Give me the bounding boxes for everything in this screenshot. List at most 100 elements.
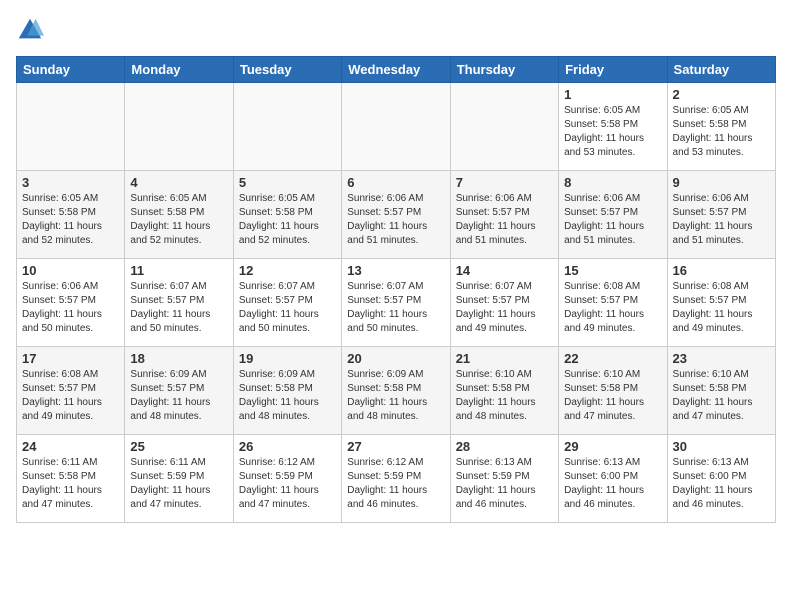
day-number: 20 [347,351,444,366]
day-number: 12 [239,263,336,278]
calendar-cell: 26 Sunrise: 6:12 AM Sunset: 5:59 PM Dayli… [233,435,341,523]
day-info: Sunrise: 6:12 AM Sunset: 5:59 PM Dayligh… [239,456,336,512]
day-number: 9 [673,175,770,190]
weekday-header-thursday: Thursday [450,57,558,83]
day-info: Sunrise: 6:06 AM Sunset: 5:57 PM Dayligh… [22,280,119,336]
calendar-cell: 30 Sunrise: 6:13 AM Sunset: 6:00 PM Dayli… [667,435,775,523]
day-info: Sunrise: 6:05 AM Sunset: 5:58 PM Dayligh… [239,192,336,248]
calendar-cell: 9 Sunrise: 6:06 AM Sunset: 5:57 PM Daylig… [667,171,775,259]
page-header [16,16,776,44]
day-info: Sunrise: 6:08 AM Sunset: 5:57 PM Dayligh… [22,368,119,424]
day-number: 5 [239,175,336,190]
day-number: 11 [130,263,227,278]
calendar-cell: 23Sunrise: 6:10 AM Sunset: 5:58 PM Dayli… [667,347,775,435]
day-info: Sunrise: 6:10 AM Sunset: 5:58 PM Dayligh… [456,368,553,424]
calendar-cell: 1 Sunrise: 6:05 AM Sunset: 5:58 PM Daylig… [559,83,667,171]
day-info: Sunrise: 6:05 AM Sunset: 5:58 PM Dayligh… [130,192,227,248]
calendar-cell [450,83,558,171]
day-number: 28 [456,439,553,454]
calendar-cell [125,83,233,171]
day-number: 22 [564,351,661,366]
calendar-cell: 12 Sunrise: 6:07 AM Sunset: 5:57 PM Dayli… [233,259,341,347]
day-number: 13 [347,263,444,278]
weekday-header-sunday: Sunday [17,57,125,83]
day-number: 4 [130,175,227,190]
calendar-cell: 14Sunrise: 6:07 AM Sunset: 5:57 PM Dayli… [450,259,558,347]
day-number: 26 [239,439,336,454]
day-info: Sunrise: 6:13 AM Sunset: 5:59 PM Dayligh… [456,456,553,512]
day-number: 2 [673,87,770,102]
calendar-cell [233,83,341,171]
calendar-week-row: 1 Sunrise: 6:05 AM Sunset: 5:58 PM Daylig… [17,83,776,171]
day-number: 7 [456,175,553,190]
calendar-week-row: 10 Sunrise: 6:06 AM Sunset: 5:57 PM Dayli… [17,259,776,347]
day-info: Sunrise: 6:07 AM Sunset: 5:57 PM Dayligh… [456,280,553,336]
calendar-week-row: 17Sunrise: 6:08 AM Sunset: 5:57 PM Dayli… [17,347,776,435]
day-info: Sunrise: 6:09 AM Sunset: 5:58 PM Dayligh… [239,368,336,424]
weekday-header-tuesday: Tuesday [233,57,341,83]
day-info: Sunrise: 6:11 AM Sunset: 5:59 PM Dayligh… [130,456,227,512]
day-number: 27 [347,439,444,454]
day-info: Sunrise: 6:05 AM Sunset: 5:58 PM Dayligh… [22,192,119,248]
day-info: Sunrise: 6:06 AM Sunset: 5:57 PM Dayligh… [673,192,770,248]
calendar-cell: 21 Sunrise: 6:10 AM Sunset: 5:58 PM Dayli… [450,347,558,435]
calendar-cell: 4 Sunrise: 6:05 AM Sunset: 5:58 PM Daylig… [125,171,233,259]
calendar-table: SundayMondayTuesdayWednesdayThursdayFrid… [16,56,776,523]
day-number: 19 [239,351,336,366]
day-number: 10 [22,263,119,278]
weekday-header-saturday: Saturday [667,57,775,83]
day-number: 29 [564,439,661,454]
calendar-cell: 27 Sunrise: 6:12 AM Sunset: 5:59 PM Dayli… [342,435,450,523]
calendar-cell: 11Sunrise: 6:07 AM Sunset: 5:57 PM Dayli… [125,259,233,347]
calendar-cell: 29 Sunrise: 6:13 AM Sunset: 6:00 PM Dayli… [559,435,667,523]
day-number: 15 [564,263,661,278]
day-number: 18 [130,351,227,366]
day-number: 30 [673,439,770,454]
calendar-cell: 24 Sunrise: 6:11 AM Sunset: 5:58 PM Dayli… [17,435,125,523]
day-info: Sunrise: 6:12 AM Sunset: 5:59 PM Dayligh… [347,456,444,512]
day-info: Sunrise: 6:06 AM Sunset: 5:57 PM Dayligh… [347,192,444,248]
day-info: Sunrise: 6:06 AM Sunset: 5:57 PM Dayligh… [456,192,553,248]
weekday-header-wednesday: Wednesday [342,57,450,83]
day-info: Sunrise: 6:08 AM Sunset: 5:57 PM Dayligh… [673,280,770,336]
day-info: Sunrise: 6:07 AM Sunset: 5:57 PM Dayligh… [347,280,444,336]
day-number: 3 [22,175,119,190]
day-info: Sunrise: 6:13 AM Sunset: 6:00 PM Dayligh… [673,456,770,512]
day-number: 24 [22,439,119,454]
day-number: 6 [347,175,444,190]
day-info: Sunrise: 6:06 AM Sunset: 5:57 PM Dayligh… [564,192,661,248]
day-info: Sunrise: 6:05 AM Sunset: 5:58 PM Dayligh… [673,104,770,160]
day-info: Sunrise: 6:08 AM Sunset: 5:57 PM Dayligh… [564,280,661,336]
day-info: Sunrise: 6:10 AM Sunset: 5:58 PM Dayligh… [673,368,770,424]
calendar-cell: 22Sunrise: 6:10 AM Sunset: 5:58 PM Dayli… [559,347,667,435]
day-info: Sunrise: 6:09 AM Sunset: 5:58 PM Dayligh… [347,368,444,424]
day-info: Sunrise: 6:11 AM Sunset: 5:58 PM Dayligh… [22,456,119,512]
calendar-week-row: 24 Sunrise: 6:11 AM Sunset: 5:58 PM Dayli… [17,435,776,523]
calendar-cell: 7 Sunrise: 6:06 AM Sunset: 5:57 PM Daylig… [450,171,558,259]
day-info: Sunrise: 6:09 AM Sunset: 5:57 PM Dayligh… [130,368,227,424]
calendar-cell [342,83,450,171]
calendar-cell [17,83,125,171]
day-number: 1 [564,87,661,102]
day-info: Sunrise: 6:13 AM Sunset: 6:00 PM Dayligh… [564,456,661,512]
calendar-cell: 13 Sunrise: 6:07 AM Sunset: 5:57 PM Dayli… [342,259,450,347]
calendar-cell: 25Sunrise: 6:11 AM Sunset: 5:59 PM Dayli… [125,435,233,523]
calendar-cell: 28 Sunrise: 6:13 AM Sunset: 5:59 PM Dayli… [450,435,558,523]
day-number: 16 [673,263,770,278]
calendar-cell: 8 Sunrise: 6:06 AM Sunset: 5:57 PM Daylig… [559,171,667,259]
calendar-cell: 6 Sunrise: 6:06 AM Sunset: 5:57 PM Daylig… [342,171,450,259]
calendar-cell: 5 Sunrise: 6:05 AM Sunset: 5:58 PM Daylig… [233,171,341,259]
day-info: Sunrise: 6:07 AM Sunset: 5:57 PM Dayligh… [239,280,336,336]
weekday-header-row: SundayMondayTuesdayWednesdayThursdayFrid… [17,57,776,83]
calendar-cell: 15 Sunrise: 6:08 AM Sunset: 5:57 PM Dayli… [559,259,667,347]
calendar-cell: 20 Sunrise: 6:09 AM Sunset: 5:58 PM Dayli… [342,347,450,435]
day-number: 21 [456,351,553,366]
day-number: 8 [564,175,661,190]
calendar-cell: 17Sunrise: 6:08 AM Sunset: 5:57 PM Dayli… [17,347,125,435]
weekday-header-friday: Friday [559,57,667,83]
logo [16,16,48,44]
calendar-cell: 19 Sunrise: 6:09 AM Sunset: 5:58 PM Dayli… [233,347,341,435]
day-info: Sunrise: 6:05 AM Sunset: 5:58 PM Dayligh… [564,104,661,160]
calendar-cell: 18 Sunrise: 6:09 AM Sunset: 5:57 PM Dayli… [125,347,233,435]
calendar-cell: 16 Sunrise: 6:08 AM Sunset: 5:57 PM Dayli… [667,259,775,347]
